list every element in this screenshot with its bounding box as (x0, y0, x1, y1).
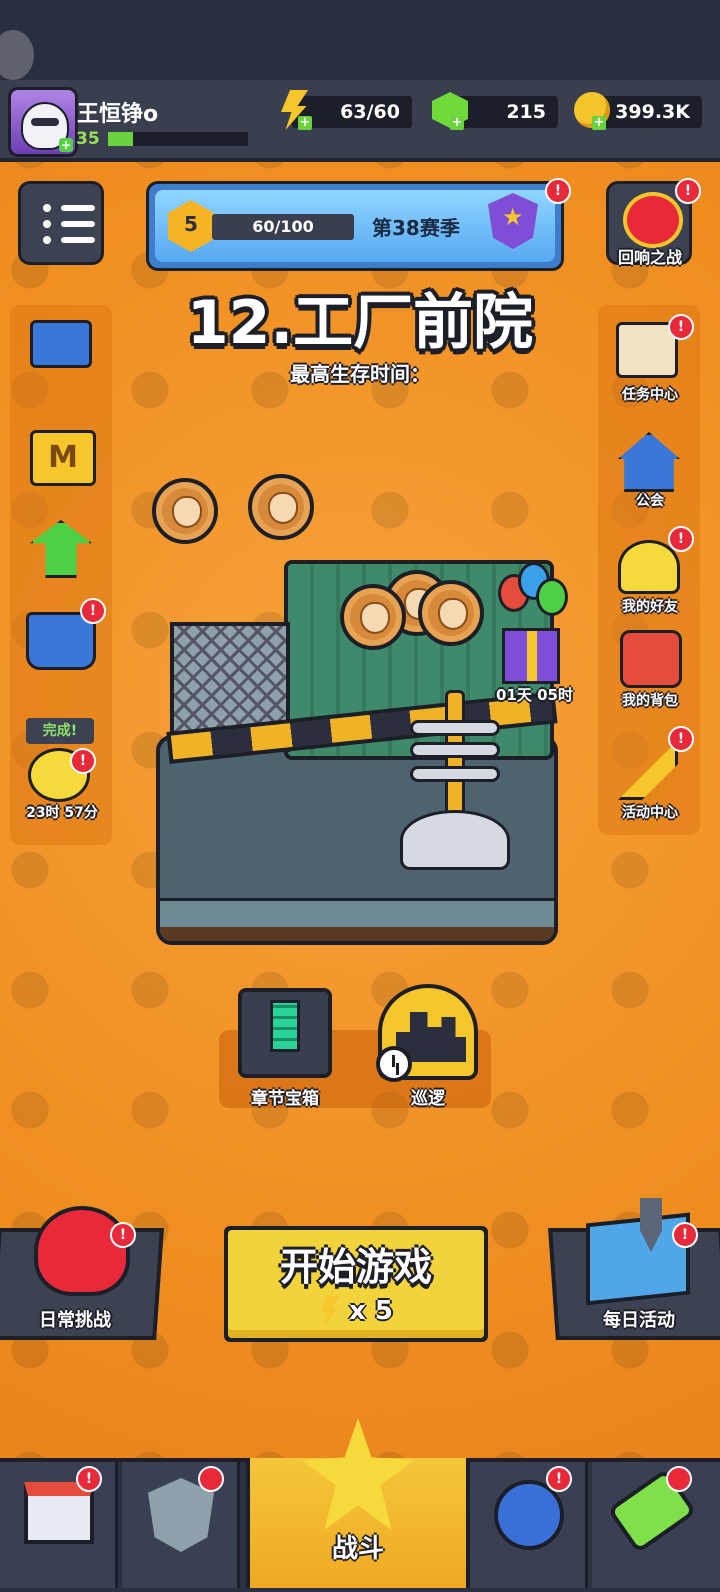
menu-list-icon (43, 204, 51, 212)
alert-badge: ! (76, 1466, 102, 1492)
player-level: 35 (76, 129, 100, 149)
alert-badge: ! (70, 748, 96, 774)
friends-label[interactable]: 我的好友 (600, 596, 700, 616)
clock-icon (376, 1046, 412, 1082)
add-gems-icon[interactable]: + (450, 116, 464, 130)
boxing-glove-icon (34, 1206, 130, 1296)
patrol-label[interactable]: 巡逻 (380, 1084, 476, 1109)
upgrade-badge (666, 1466, 692, 1492)
daily-challenge-label: 日常挑战 (39, 1310, 111, 1331)
energy-bolt-icon (321, 1296, 340, 1326)
guild-label[interactable]: 公会 (600, 490, 700, 510)
add-coins-icon[interactable]: + (592, 116, 606, 130)
dog-coin-icon (248, 474, 314, 540)
shop-icon (24, 1482, 94, 1544)
complete-badge: 完成! (26, 718, 94, 744)
friends-icon[interactable] (618, 540, 680, 594)
backpack-icon[interactable] (620, 630, 682, 688)
menu-button[interactable] (18, 181, 104, 265)
nav-talent-tab[interactable]: ! (470, 1462, 588, 1588)
monthly-card-icon[interactable]: M (30, 430, 96, 486)
xp-progress-bar (108, 132, 248, 146)
event-timer: 01天 05时 (496, 686, 573, 704)
event-center-label[interactable]: 活动中心 (600, 802, 700, 822)
alert-badge: ! (545, 178, 571, 204)
system-status-area (0, 0, 720, 80)
player-avatar[interactable]: + (8, 87, 78, 157)
chapter-chest-icon[interactable] (238, 988, 332, 1078)
avatar-plus-icon: + (59, 138, 73, 152)
balloon-icon (536, 578, 568, 616)
alert-badge: ! (668, 726, 694, 752)
alert-badge: ! (546, 1466, 572, 1492)
dog-coin-icon (418, 580, 484, 646)
alert-badge: ! (668, 526, 694, 552)
echo-battle-label: 回响之战 (617, 248, 682, 267)
alert-badge: ! (675, 178, 701, 204)
start-cost-value: x 5 (349, 1296, 393, 1326)
alert-badge: ! (668, 314, 694, 340)
start-game-label: 开始游戏 (279, 1245, 432, 1289)
demon-face-icon (623, 192, 683, 248)
add-energy-icon[interactable]: + (298, 116, 312, 130)
dog-coin-icon (152, 478, 218, 544)
season-title: 第38赛季 (372, 216, 460, 240)
nav-battle-tab[interactable]: 战斗 (246, 1418, 470, 1588)
gift-coins-icon[interactable] (30, 320, 92, 368)
alert-badge: ! (80, 598, 106, 624)
alert-badge: ! (672, 1222, 698, 1248)
chapter-chest-label[interactable]: 章节宝箱 (230, 1084, 340, 1109)
nav-evolution-tab[interactable] (592, 1462, 720, 1588)
defense-tower (400, 690, 510, 870)
event-gift-icon[interactable] (502, 628, 560, 684)
nav-shop-tab[interactable]: ! (0, 1462, 118, 1588)
lock-badge (198, 1466, 224, 1492)
battle-label: 战斗 (331, 1534, 384, 1564)
dog-coin-icon (340, 584, 406, 650)
egg-timer: 23时 57分 (26, 805, 98, 821)
alert-badge: ! (110, 1222, 136, 1248)
nav-equipment-tab[interactable] (122, 1462, 240, 1588)
season-progress: 60/100 (212, 214, 354, 240)
daily-event-label: 每日活动 (603, 1310, 675, 1331)
player-name: 王恒铮o (77, 102, 159, 127)
task-center-label[interactable]: 任务中心 (600, 384, 700, 404)
start-cost: x 5 (224, 1296, 488, 1326)
backpack-label[interactable]: 我的背包 (600, 690, 700, 710)
